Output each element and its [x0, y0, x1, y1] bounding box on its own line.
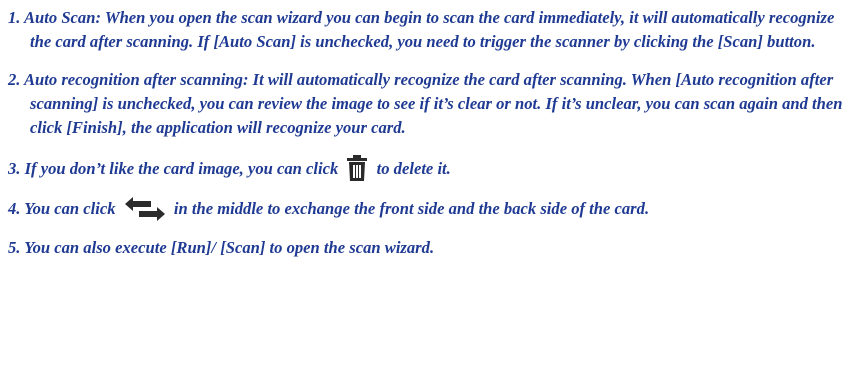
- list-item-delete-image: 3. If you don’t like the card image, you…: [8, 154, 853, 182]
- delete-text-after: to delete it.: [376, 159, 451, 178]
- instructions-document: 1. Auto Scan: When you open the scan wiz…: [8, 6, 853, 274]
- delete-text-before: 3. If you don’t like the card image, you…: [8, 159, 339, 178]
- trash-icon: [345, 154, 369, 182]
- swap-arrows-icon: [123, 196, 167, 222]
- list-item-auto-scan: 1. Auto Scan: When you open the scan wiz…: [8, 8, 835, 51]
- swap-text-before: 4. You can click: [8, 199, 116, 218]
- list-item-run-scan: 5. You can also execute [Run]/ [Scan] to…: [8, 238, 435, 257]
- list-item-swap-sides: 4. You can click in the middle to exchan…: [8, 196, 853, 222]
- swap-text-after: in the middle to exchange the front side…: [173, 199, 650, 218]
- list-item-auto-recognition: 2. Auto recognition after scanning: It w…: [8, 70, 843, 137]
